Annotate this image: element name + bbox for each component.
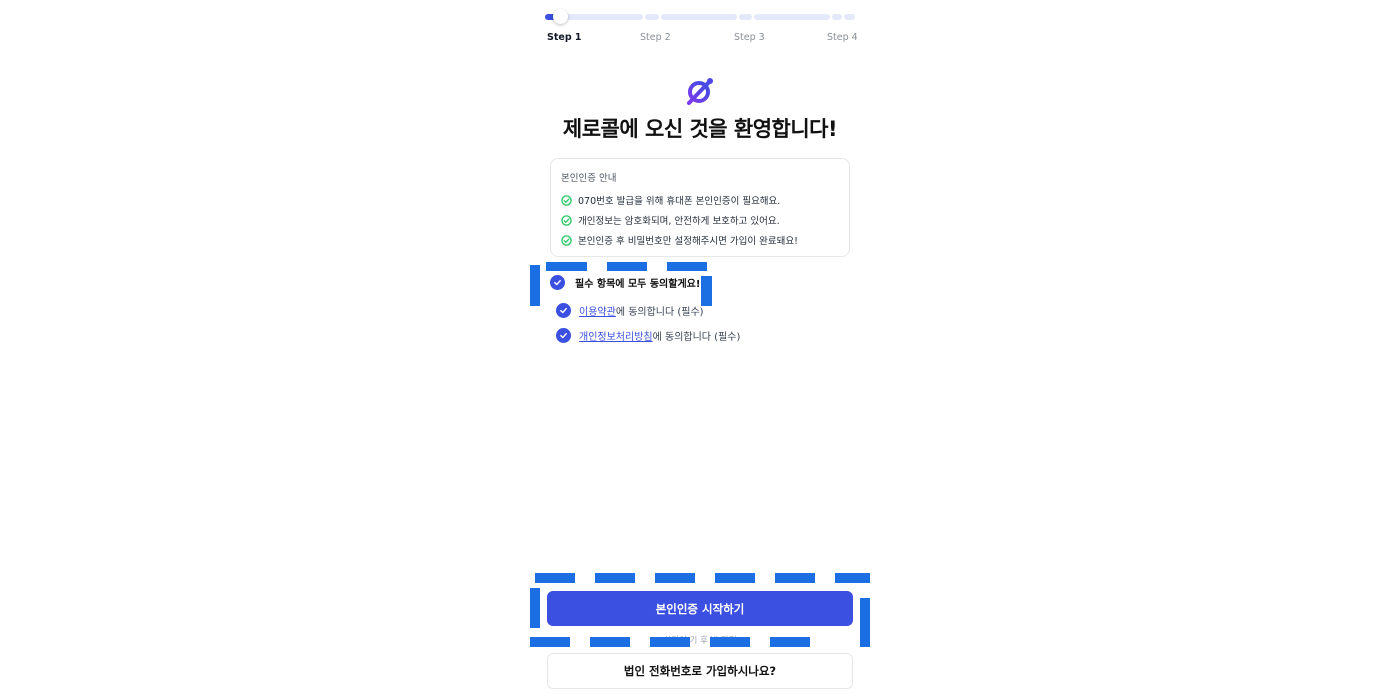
step-progress-bar	[545, 9, 855, 24]
info-item: 개인정보는 암호화되며, 안전하게 보호하고 있어요.	[561, 213, 780, 227]
progress-segment	[661, 14, 737, 20]
step-3-label: Step 3	[734, 32, 765, 43]
info-item-text: 본인인증 후 비밀번호만 설정해주시면 가입이 완료돼요!	[578, 236, 798, 247]
signup-panel: Step 1 Step 2 Step 3 Step 4 제로콜에 오신 것을 환…	[545, 0, 858, 700]
progress-segment	[645, 14, 659, 20]
step-4-label: Step 4	[827, 32, 858, 43]
check-circle-icon	[561, 234, 572, 246]
agree-privacy-checkbox[interactable]: 개인정보처리방침에 동의합니다 (필수)	[556, 328, 740, 343]
check-circle-icon	[561, 214, 572, 226]
step-1-label: Step 1	[547, 32, 582, 43]
progress-segment	[754, 14, 830, 20]
terms-link[interactable]: 이용약관	[579, 307, 616, 318]
info-item: 070번호 발급을 위해 휴대폰 본인인증이 필요해요.	[561, 193, 780, 207]
progress-segment	[739, 14, 752, 20]
checked-circle-icon	[556, 303, 571, 318]
corporate-signup-button[interactable]: 법인 전화번호로 가입하시나요?	[547, 653, 853, 689]
card-title: 본인인증 안내	[561, 173, 617, 184]
agree-terms-label: 이용약관에 동의합니다 (필수)	[579, 303, 704, 318]
progress-segment	[832, 14, 842, 20]
agree-all-checkbox[interactable]: 필수 항목에 모두 동의할게요!	[550, 275, 700, 290]
check-circle-icon	[561, 194, 572, 206]
progress-knob	[553, 9, 568, 24]
checked-circle-icon	[556, 328, 571, 343]
progress-segment	[559, 14, 643, 20]
agree-privacy-suffix: 에 동의합니다 (필수)	[652, 332, 741, 343]
agree-terms-suffix: 에 동의합니다 (필수)	[615, 307, 704, 318]
step-2-label: Step 2	[640, 32, 671, 43]
progress-segment	[844, 14, 855, 20]
verification-info-card: 본인인증 안내 070번호 발급을 위해 휴대폰 본인인증이 필요해요. 개인정…	[550, 158, 850, 257]
info-item-text: 070번호 발급을 위해 휴대폰 본인인증이 필요해요.	[578, 196, 781, 207]
page-title: 제로콜에 오신 것을 환영합니다!	[562, 117, 838, 141]
agree-privacy-label: 개인정보처리방침에 동의합니다 (필수)	[579, 328, 740, 343]
checked-circle-icon	[550, 275, 565, 290]
agree-terms-checkbox[interactable]: 이용약관에 동의합니다 (필수)	[556, 303, 704, 318]
step-labels: Step 1 Step 2 Step 3 Step 4	[545, 32, 858, 46]
info-item-text: 개인정보는 암호화되며, 안전하게 보호하고 있어요.	[578, 216, 780, 227]
zerocall-logo-icon	[683, 74, 717, 108]
start-verification-button[interactable]: 본인인증 시작하기	[547, 591, 853, 626]
privacy-policy-link[interactable]: 개인정보처리방침	[579, 332, 653, 343]
agree-all-label: 필수 항목에 모두 동의할게요!	[575, 279, 701, 290]
info-item: 본인인증 후 비밀번호만 설정해주시면 가입이 완료돼요!	[561, 233, 798, 247]
